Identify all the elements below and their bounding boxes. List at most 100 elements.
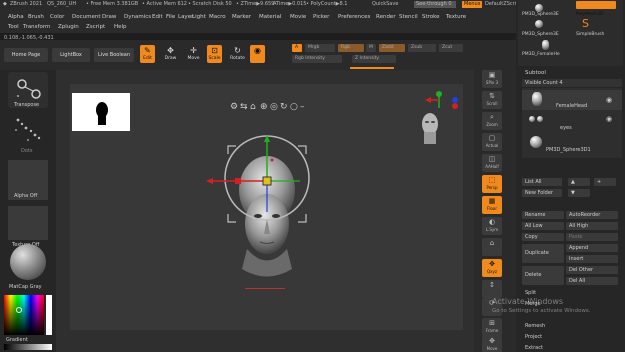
rgb-button[interactable]: Rgb [338, 44, 364, 52]
new-folder-button[interactable]: New Folder [522, 189, 562, 197]
duplicate-button[interactable]: Duplicate [522, 244, 564, 263]
tool-thumb-sphere-2[interactable] [535, 20, 543, 28]
menus-button[interactable]: Menus [462, 1, 482, 8]
move-button[interactable]: ✥ Move [482, 336, 502, 352]
menu-stroke[interactable]: Stroke [422, 14, 440, 20]
menu-stencil[interactable]: Stencil [399, 14, 418, 20]
zcut-button[interactable]: Zcut [439, 44, 463, 52]
split-menu[interactable]: Split [525, 290, 536, 296]
subtool-row-eyes[interactable]: eyes ◉ [522, 112, 622, 132]
menu-transform[interactable]: Transform [23, 24, 50, 30]
tool-move-button[interactable]: ✛ Move [186, 45, 201, 63]
aahalf-button[interactable]: ◫ AAHalf [482, 154, 502, 172]
menu-movie[interactable]: Movie [290, 14, 306, 20]
color-swatch[interactable] [46, 295, 52, 335]
a-button[interactable]: A [292, 44, 302, 52]
append-button[interactable]: Append [566, 244, 618, 252]
shelf-item-8-button[interactable]: ⌂ [482, 238, 502, 256]
tool-edit-button[interactable]: ✎ Edit [140, 45, 155, 63]
subtool-title[interactable]: Subtool [525, 70, 546, 76]
zoom-button[interactable]: ⌕ Zoom [482, 112, 502, 130]
list-all-button[interactable]: List All [522, 178, 562, 186]
color-picker[interactable] [4, 295, 44, 335]
eye-icon[interactable]: ◉ [606, 115, 612, 123]
shelf-item-10-button[interactable]: ↕ [482, 280, 502, 298]
frame-button[interactable]: ⊞ Frame [482, 318, 502, 336]
all-low-button[interactable]: All Low [522, 222, 564, 230]
document-viewport[interactable]: ⚙ ⇆ ⌂ ⊕ ◎ ↻ ○ – [70, 84, 463, 330]
qxyz-button[interactable]: ✥ Qxyz [482, 259, 502, 277]
arrow-up-button[interactable]: ▲ [568, 178, 590, 186]
menu-help[interactable]: Help [114, 24, 127, 30]
del-all-button[interactable]: Del All [566, 277, 618, 285]
insert-button[interactable]: Insert [566, 255, 618, 263]
tool-thumb-polymesh-active[interactable] [576, 1, 616, 9]
tool-thumb-sphere[interactable] [535, 4, 543, 12]
zsub-button[interactable]: Zsub [408, 44, 436, 52]
menu-brush[interactable]: Brush [28, 14, 44, 20]
l-sym-button[interactable]: ◐ L.Sym [482, 217, 502, 235]
head-model[interactable] [70, 84, 463, 330]
arrow-plus-button[interactable]: + [594, 178, 616, 186]
all-high-button[interactable]: All High [566, 222, 618, 230]
menu-light[interactable]: Light [192, 14, 206, 20]
menu-tool[interactable]: Tool [8, 24, 19, 30]
menu-dynamics[interactable]: Dynamics [124, 14, 151, 20]
extract-menu[interactable]: Extract [525, 345, 543, 351]
alpha-off-button[interactable]: Alpha Off [8, 160, 48, 200]
dots-stroke-button[interactable]: Dots [8, 114, 48, 154]
menu-render[interactable]: Render [376, 14, 396, 20]
tool-scale-button[interactable]: ⊡ Scale [207, 45, 222, 63]
visible-count-slider[interactable]: Visible Count 4 [522, 79, 622, 87]
remesh-menu[interactable]: Remesh [525, 323, 545, 329]
menu-color[interactable]: Color [50, 14, 64, 20]
delete-button[interactable]: Delete [522, 266, 564, 285]
eye-icon[interactable]: ◉ [606, 96, 612, 104]
persp-button[interactable]: ⬚ Persp [482, 175, 502, 193]
tool-rotate-button[interactable]: ↻ Rotate [230, 45, 245, 63]
menu-zscript[interactable]: Zscript [86, 24, 105, 30]
menu-zplugin[interactable]: Zplugin [58, 24, 79, 30]
menu-texture[interactable]: Texture [446, 14, 466, 20]
lightbox-button[interactable]: LightBox [52, 48, 90, 62]
rename-button[interactable]: Rename [522, 211, 564, 219]
mrgb-button[interactable]: Mrgb [305, 44, 335, 52]
menu-draw[interactable]: Draw [102, 14, 116, 20]
menu-document[interactable]: Document [72, 14, 101, 20]
menu-edit[interactable]: Edit [152, 14, 163, 20]
simple-brush-icon[interactable]: S [582, 18, 592, 30]
menu-marker[interactable]: Marker [232, 14, 251, 20]
autoreorder-button[interactable]: AutoReorder [566, 211, 618, 219]
quicksave-button[interactable]: QuickSave [372, 0, 398, 9]
navigation-cube[interactable] [415, 90, 463, 160]
del-other-button[interactable]: Del Other [566, 266, 618, 274]
matcap-button[interactable]: MatCap Gray [8, 244, 48, 290]
copy-button[interactable]: Copy [522, 233, 564, 241]
arrow-down-button[interactable]: ▼ [568, 189, 590, 197]
z-intensity-slider[interactable]: Z Intensity [352, 55, 396, 63]
project-menu[interactable]: Project [525, 334, 542, 340]
menu-macro[interactable]: Macro [209, 14, 226, 20]
texture-off-button[interactable]: Texture Off [8, 206, 48, 248]
subtool-row-femalehead[interactable]: FemaleHead ◉ [522, 90, 622, 110]
tool-draw-button[interactable]: ✥ Draw [163, 45, 178, 63]
tool-thumb-head[interactable] [542, 40, 549, 50]
m-button[interactable]: M [366, 44, 376, 52]
subtool-row-sphere[interactable]: PM3D_Sphere3D1 [522, 134, 622, 154]
paste-button[interactable]: Paste [566, 233, 618, 241]
menu-material[interactable]: Material [259, 14, 281, 20]
rgb-intensity-slider[interactable]: Rgb Intensity [292, 55, 342, 63]
transpose-button[interactable]: Transpose [8, 72, 48, 108]
menu-preferences[interactable]: Preferences [338, 14, 370, 20]
see-through-slider[interactable]: See-through 0 [414, 1, 456, 8]
menu-file[interactable]: File [166, 14, 175, 20]
spix-3-button[interactable]: ▣ SPix 3 [482, 70, 502, 88]
live-boolean-button[interactable]: Live Boolean [94, 48, 134, 62]
gradient-bar[interactable] [4, 344, 52, 350]
tool-circle-button[interactable]: ◉ [250, 45, 265, 63]
menu-alpha[interactable]: Alpha [8, 14, 24, 20]
floor-button[interactable]: ▦ Floor [482, 196, 502, 214]
home-page-button[interactable]: Home Page [4, 48, 48, 62]
zadd-button[interactable]: Zadd [379, 44, 405, 52]
actual-button[interactable]: ▢ Actual [482, 133, 502, 151]
